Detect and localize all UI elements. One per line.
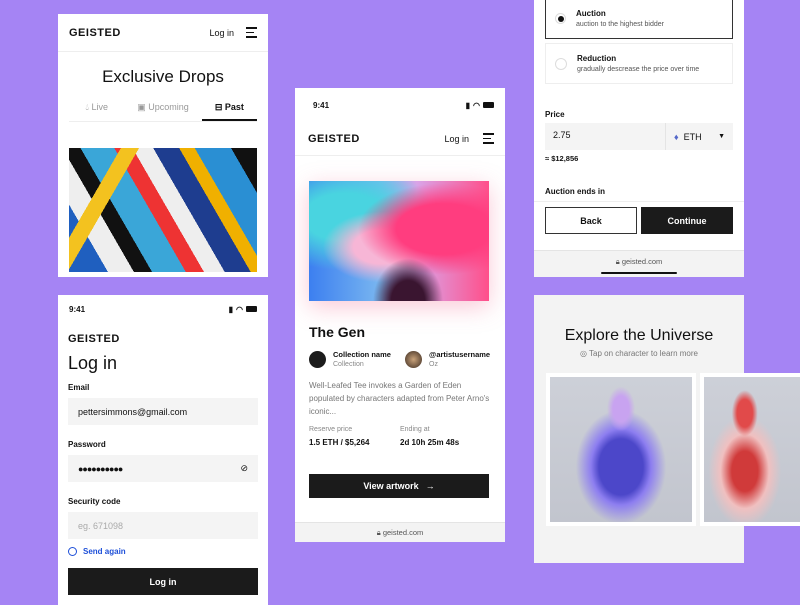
- option-desc: auction to the highest bidder: [576, 21, 664, 28]
- radio-selected[interactable]: [555, 13, 566, 24]
- password-label: Password: [68, 440, 106, 449]
- artist-sub: Oz: [429, 361, 438, 368]
- character-image-blue: [550, 377, 692, 522]
- option-title: Reduction: [577, 54, 617, 63]
- url-text: geisted.com: [382, 528, 424, 537]
- url-bar[interactable]: 🔒︎ geisted.com: [295, 522, 505, 542]
- reserve-value: 1.5 ETH / $5,264: [309, 438, 370, 447]
- artist-avatar: [405, 350, 422, 368]
- password-field[interactable]: ●●●●●●●●●● ⊘: [68, 455, 258, 482]
- login-button[interactable]: Log in: [68, 568, 258, 595]
- collection-avatar: [309, 350, 326, 368]
- artist-link[interactable]: @artistusername Oz: [405, 350, 491, 368]
- drops-screen: GEISTED Log in Exclusive Drops 💧︎ Live ▣…: [58, 14, 268, 277]
- character-card[interactable]: [700, 373, 800, 526]
- password-value: ●●●●●●●●●●: [78, 463, 123, 474]
- artwork-screen: 9:41 ▮ ◠ GEISTED Log in The Gen Collectio…: [295, 88, 505, 542]
- lock-icon: 🔒︎: [615, 257, 620, 266]
- status-time: 9:41: [313, 100, 330, 110]
- artist-name: @artistusername: [429, 350, 491, 359]
- character-image-red: [704, 377, 800, 522]
- option-auction[interactable]: Auction auction to the highest bidder: [545, 0, 733, 39]
- view-artwork-label: View artwork: [363, 481, 419, 491]
- option-desc: gradually descrease the price over time: [577, 66, 700, 73]
- currency-select[interactable]: ♦ ETH ▼: [666, 123, 733, 150]
- page-title: Exclusive Drops: [102, 67, 224, 86]
- page-title: Log in: [68, 353, 118, 373]
- url-text: geisted.com: [621, 257, 663, 266]
- refresh-icon: [68, 547, 77, 556]
- option-reduction[interactable]: Reduction gradually descrease the price o…: [545, 43, 733, 84]
- menu-icon[interactable]: [483, 133, 494, 144]
- login-link[interactable]: Log in: [209, 28, 234, 38]
- logo: GEISTED: [69, 26, 121, 39]
- send-again-label: Send again: [83, 547, 126, 556]
- reserve-label: Reserve price: [309, 426, 353, 433]
- tap-icon: ◎: [579, 349, 587, 358]
- explore-hint: ◎ Tap on character to learn more: [534, 349, 744, 358]
- tab-label: Past: [224, 102, 244, 112]
- price-label: Price: [545, 110, 565, 119]
- artwork-image[interactable]: [309, 181, 489, 301]
- radio-unselected[interactable]: [555, 57, 567, 70]
- listing-screen: Auction auction to the highest bidder Red…: [534, 0, 744, 277]
- signal-icon: ▮: [228, 304, 234, 314]
- home-indicator: [601, 272, 677, 274]
- tab-label: Live: [91, 102, 108, 112]
- tab-live[interactable]: 💧︎ Live: [69, 97, 124, 121]
- ethereum-icon: ♦: [674, 131, 679, 142]
- wifi-icon: ◠: [236, 304, 243, 314]
- artwork-description: Well-Leafed Tee invokes a Garden of Eden…: [309, 381, 490, 416]
- caret-down-icon: ▼: [718, 133, 725, 140]
- logo: GEISTED: [68, 333, 120, 345]
- security-code-label: Security code: [68, 497, 121, 506]
- logo: GEISTED: [308, 132, 360, 145]
- email-field[interactable]: pettersimmons@gmail.com: [68, 398, 258, 425]
- view-artwork-button[interactable]: View artwork →: [309, 474, 489, 498]
- login-screen: 9:41 ▮ ◠ GEISTED Log in Email pettersimmo…: [58, 295, 268, 605]
- url-bar[interactable]: 🔒︎ geisted.com: [534, 250, 744, 277]
- menu-icon[interactable]: [246, 27, 257, 38]
- collection-link[interactable]: Collection name Collection: [309, 350, 395, 368]
- continue-button[interactable]: Continue: [641, 207, 733, 234]
- collection-sub: Collection: [333, 361, 364, 368]
- ending-value: 2d 10h 25m 48s: [400, 438, 460, 447]
- eye-off-icon[interactable]: ⊘: [240, 463, 248, 474]
- back-button[interactable]: Back: [545, 207, 637, 234]
- battery-icon: [246, 306, 257, 312]
- option-title: Auction: [576, 9, 606, 18]
- character-card[interactable]: [546, 373, 696, 526]
- archive-icon: ⊟: [214, 102, 223, 112]
- hint-text: Tap on character to learn more: [589, 349, 698, 358]
- lock-icon: 🔒︎: [376, 528, 381, 537]
- explore-title: Explore the Universe: [564, 327, 714, 344]
- wifi-icon: ◠: [473, 100, 480, 110]
- signal-icon: ▮: [465, 100, 471, 110]
- email-label: Email: [68, 383, 90, 392]
- price-input[interactable]: 2.75: [545, 123, 666, 150]
- collection-name: Collection name: [333, 350, 391, 359]
- battery-icon: [483, 102, 494, 108]
- currency-value: ETH: [683, 131, 702, 142]
- status-time: 9:41: [69, 304, 86, 314]
- tab-upcoming[interactable]: ▣ Upcoming: [124, 97, 201, 121]
- tab-label: Upcoming: [148, 102, 189, 112]
- tab-past[interactable]: ⊟ Past: [201, 97, 257, 121]
- arrow-right-icon: →: [425, 481, 435, 491]
- artwork-title: The Gen: [309, 324, 366, 340]
- send-again-link[interactable]: Send again: [68, 547, 258, 556]
- login-link[interactable]: Log in: [444, 134, 469, 144]
- ending-label: Ending at: [400, 426, 430, 433]
- security-code-field[interactable]: eg. 671098: [68, 512, 258, 539]
- drop-artwork-image[interactable]: [69, 148, 257, 272]
- usd-equivalent: ≈ $12,856: [545, 154, 579, 163]
- auction-ends-label: Auction ends in: [545, 187, 605, 196]
- calendar-icon: ▣: [137, 102, 146, 112]
